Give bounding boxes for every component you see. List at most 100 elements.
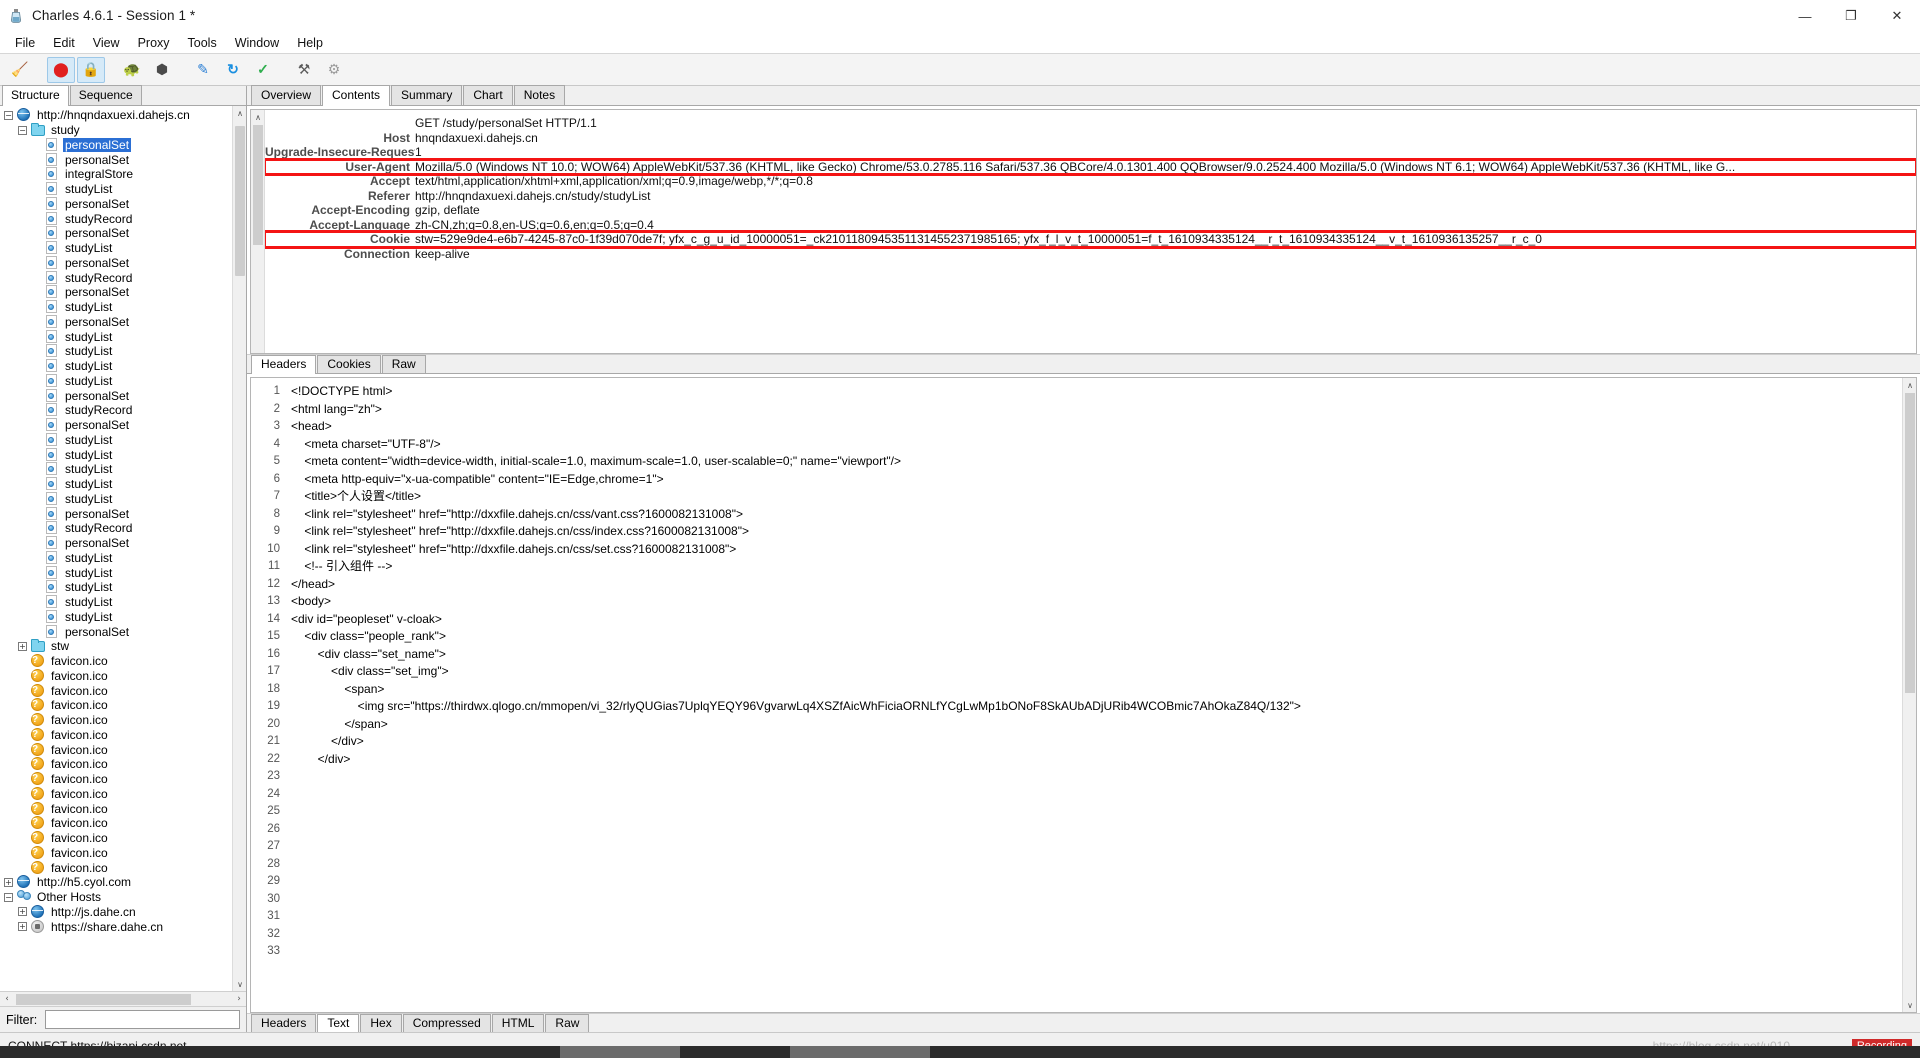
tree-node[interactable]: personalSet (0, 624, 232, 639)
breakpoints-icon[interactable]: ⬢ (148, 57, 176, 83)
tree-node[interactable]: studyList (0, 462, 232, 477)
header-row[interactable]: Accept text/html,application/xhtml+xml,ap… (265, 174, 1916, 189)
tree-node[interactable]: studyList (0, 595, 232, 610)
filter-input[interactable] (45, 1010, 240, 1029)
tree-node[interactable]: personalSet (0, 536, 232, 551)
scroll-up-icon[interactable]: ∧ (251, 110, 265, 124)
request-subtab-cookies[interactable]: Cookies (317, 355, 381, 373)
tree-node[interactable]: studyList (0, 344, 232, 359)
collapse-toggle-icon[interactable]: − (4, 110, 13, 120)
tree-node[interactable]: personalSet (0, 418, 232, 433)
tree-node[interactable]: personalSet (0, 226, 232, 241)
tree-node[interactable]: ? favicon.ico (0, 860, 232, 875)
header-row[interactable]: Upgrade-Insecure-Requests 1 (265, 145, 1916, 160)
request-subtab-headers[interactable]: Headers (251, 355, 317, 374)
response-vertical-scrollbar[interactable]: ∧ ∨ (1902, 378, 1916, 1012)
throttle-icon[interactable]: 🐢 (118, 57, 146, 83)
tree-node[interactable]: studyList (0, 373, 232, 389)
tree-node[interactable]: personalSet (0, 137, 232, 153)
tree-node[interactable]: studyRecord (0, 403, 232, 418)
tab-structure[interactable]: Structure (2, 85, 69, 106)
tree-node[interactable]: + https://share.dahe.cn (0, 919, 232, 934)
tree-node[interactable]: ? favicon.ico (0, 654, 232, 669)
ssl-proxying-icon[interactable]: 🔒 (77, 56, 105, 83)
tree-node[interactable]: studyRecord (0, 270, 232, 285)
collapse-toggle-icon[interactable]: − (18, 125, 27, 135)
response-scroll-thumb[interactable] (1905, 393, 1915, 693)
minimize-button[interactable]: — (1782, 0, 1828, 32)
tree-node[interactable]: integralStore (0, 167, 232, 182)
tree-node[interactable]: personalSet (0, 388, 232, 403)
tree-node[interactable]: studyList (0, 491, 232, 507)
menu-item-view[interactable]: View (84, 33, 129, 53)
tree-node[interactable]: ? favicon.ico (0, 845, 232, 861)
tree-node[interactable]: personalSet (0, 314, 232, 330)
menu-item-edit[interactable]: Edit (44, 33, 84, 53)
menu-item-tools[interactable]: Tools (179, 33, 226, 53)
request-vertical-scrollbar[interactable]: ∧ (251, 110, 265, 353)
tree-node[interactable]: ? favicon.ico (0, 668, 232, 684)
tree-node[interactable]: ? favicon.ico (0, 727, 232, 743)
validate-icon[interactable]: ✓ (249, 57, 277, 83)
tree-node[interactable]: studyList (0, 241, 232, 256)
collapse-toggle-icon[interactable]: − (4, 892, 13, 902)
tree-vertical-scrollbar[interactable]: ∧ ∨ (232, 106, 246, 991)
expand-toggle-icon[interactable]: + (18, 922, 27, 932)
tree-node[interactable]: studyList (0, 329, 232, 344)
compose-icon[interactable]: ✎ (189, 57, 217, 83)
header-row[interactable]: Accept-Language zh-CN,zh;q=0.8,en-US;q=0.… (265, 218, 1916, 233)
tree-node[interactable]: − Other Hosts (0, 890, 232, 905)
response-subtab-hex[interactable]: Hex (360, 1014, 402, 1032)
tree-node[interactable]: ? favicon.ico (0, 713, 232, 728)
header-row[interactable]: Accept-Encoding gzip, deflate (265, 203, 1916, 218)
scroll-right-icon[interactable]: › (232, 992, 246, 1006)
tab-contents[interactable]: Contents (322, 85, 391, 106)
tree-node[interactable]: − study (0, 123, 232, 138)
expand-toggle-icon[interactable]: + (18, 907, 27, 917)
tree-node[interactable]: + stw (0, 639, 232, 654)
tab-summary[interactable]: Summary (391, 85, 463, 105)
tree-node[interactable]: ? favicon.ico (0, 772, 232, 787)
tree-node[interactable]: ? favicon.ico (0, 816, 232, 831)
tree-node[interactable]: studyList (0, 477, 232, 492)
tree-node[interactable]: studyRecord (0, 211, 232, 226)
tab-sequence[interactable]: Sequence (69, 85, 142, 105)
expand-toggle-icon[interactable]: + (18, 641, 27, 651)
tab-overview[interactable]: Overview (251, 85, 322, 105)
tree-node[interactable]: personalSet (0, 152, 232, 167)
tree-horizontal-scrollbar[interactable]: ‹ › (0, 991, 246, 1006)
tree-node[interactable]: studyList (0, 300, 232, 315)
scroll-up-icon[interactable]: ∧ (233, 106, 246, 120)
response-subtab-raw[interactable]: Raw (545, 1014, 590, 1032)
scroll-down-icon[interactable]: ∨ (1903, 998, 1916, 1012)
scroll-down-icon[interactable]: ∨ (233, 977, 246, 991)
menu-item-window[interactable]: Window (226, 33, 288, 53)
tree-node[interactable]: − http://hnqndaxuexi.dahejs.cn (0, 108, 232, 123)
request-subtab-raw[interactable]: Raw (381, 355, 426, 373)
response-body-text[interactable]: <!DOCTYPE html> <html lang="zh"> <head> <m… (285, 378, 1902, 1012)
response-subtab-text[interactable]: Text (317, 1014, 360, 1033)
tree-node[interactable]: studyRecord (0, 521, 232, 536)
header-row[interactable]: User-Agent Mozilla/5.0 (Windows NT 10.0; … (265, 157, 1916, 176)
hscroll-thumb[interactable] (16, 993, 191, 1005)
tree-node[interactable]: ? favicon.ico (0, 683, 232, 698)
tree-node[interactable]: studyList (0, 565, 232, 580)
tree-node[interactable]: personalSet (0, 506, 232, 521)
maximize-button[interactable]: ❐ (1828, 0, 1874, 32)
tree-node[interactable]: + http://h5.cyol.com (0, 875, 232, 890)
hscroll-track[interactable] (14, 993, 232, 1006)
response-subtab-headers[interactable]: Headers (251, 1014, 317, 1032)
tree-node[interactable]: ? favicon.ico (0, 801, 232, 816)
session-tree[interactable]: − http://hnqndaxuexi.dahejs.cn − study perso… (0, 106, 232, 991)
header-row[interactable]: Host hnqndaxuexi.dahejs.cn (265, 131, 1916, 146)
tree-node[interactable]: studyList (0, 182, 232, 197)
tree-node[interactable]: + http://js.dahe.cn (0, 904, 232, 920)
close-button[interactable]: ✕ (1874, 0, 1920, 32)
tree-scroll-thumb[interactable] (235, 126, 245, 276)
scroll-left-icon[interactable]: ‹ (0, 992, 14, 1006)
scroll-up-icon[interactable]: ∧ (1903, 378, 1916, 392)
tree-node[interactable]: studyList (0, 447, 232, 462)
tree-node[interactable]: ? favicon.ico (0, 698, 232, 713)
tree-node[interactable]: studyList (0, 580, 232, 595)
clear-session-icon[interactable]: 🧹 (6, 57, 34, 83)
